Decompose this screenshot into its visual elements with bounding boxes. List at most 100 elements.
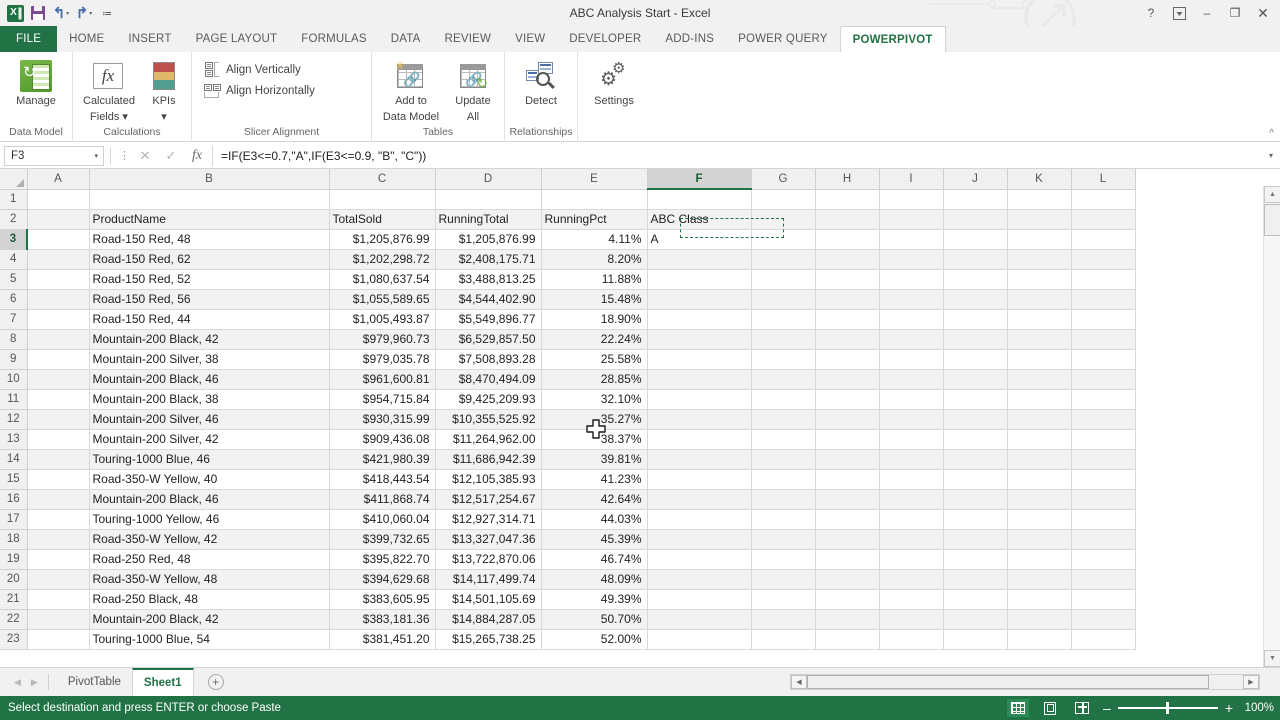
tab-powerpivot[interactable]: POWERPIVOT [839,26,946,52]
cell-E3[interactable]: 4.11% [541,229,648,250]
cell-I17[interactable] [879,509,944,530]
cell-J8[interactable] [943,329,1008,350]
cell-I9[interactable] [879,349,944,370]
cell-G21[interactable] [751,589,816,610]
cell-I11[interactable] [879,389,944,410]
cell-A3[interactable] [27,229,90,250]
cell-H7[interactable] [815,309,880,330]
cell-G22[interactable] [751,609,816,630]
cell-F20[interactable] [647,569,752,590]
tab-review[interactable]: REVIEW [433,26,504,52]
cell-D23[interactable]: $15,265,738.25 [435,629,542,650]
cell-B4[interactable]: Road-150 Red, 62 [89,249,330,270]
cell-E20[interactable]: 48.09% [541,569,648,590]
cell-A8[interactable] [27,329,90,350]
cell-A22[interactable] [27,609,90,630]
cell-A1[interactable] [27,189,90,210]
table-row[interactable]: 13 Mountain-200 Silver, 42 $909,436.08 $11,… [0,429,1136,450]
cell-I5[interactable] [879,269,944,290]
cell-L14[interactable] [1071,449,1136,470]
cell-F5[interactable] [647,269,752,290]
cell-B3[interactable]: Road-150 Red, 48 [89,229,330,250]
cell-D14[interactable]: $11,686,942.39 [435,449,542,470]
cell-F9[interactable] [647,349,752,370]
cell-F15[interactable] [647,469,752,490]
column-header-h[interactable]: H [815,169,880,190]
cell-D11[interactable]: $9,425,209.93 [435,389,542,410]
cell-K14[interactable] [1007,449,1072,470]
cell-G17[interactable] [751,509,816,530]
cell-A4[interactable] [27,249,90,270]
cell-B21[interactable]: Road-250 Black, 48 [89,589,330,610]
cell-J5[interactable] [943,269,1008,290]
table-row[interactable]: 4 Road-150 Red, 62 $1,202,298.72 $2,408,175… [0,249,1136,270]
cell-A10[interactable] [27,369,90,390]
row-header-3[interactable]: 3 [0,229,28,250]
cell-G5[interactable] [751,269,816,290]
cell-H6[interactable] [815,289,880,310]
cell-L16[interactable] [1071,489,1136,510]
table-row[interactable]: 8 Mountain-200 Black, 42 $979,960.73 $6,529… [0,329,1136,350]
cell-L22[interactable] [1071,609,1136,630]
cell-L5[interactable] [1071,269,1136,290]
cell-G18[interactable] [751,529,816,550]
cell-E22[interactable]: 50.70% [541,609,648,630]
cell-F21[interactable] [647,589,752,610]
table-row[interactable]: 23 Touring-1000 Blue, 54 $381,451.20 $15,26… [0,629,1136,650]
cell-G13[interactable] [751,429,816,450]
row-header-20[interactable]: 20 [0,569,28,590]
cell-E5[interactable]: 11.88% [541,269,648,290]
cell-I8[interactable] [879,329,944,350]
cell-H17[interactable] [815,509,880,530]
save-button[interactable] [27,2,49,24]
cell-G7[interactable] [751,309,816,330]
cell-L8[interactable] [1071,329,1136,350]
cell-E9[interactable]: 25.58% [541,349,648,370]
cell-B1[interactable] [89,189,330,210]
column-header-j[interactable]: J [943,169,1008,190]
cell-C10[interactable]: $961,600.81 [329,369,436,390]
help-button[interactable]: ? [1138,2,1164,24]
table-row[interactable]: 19 Road-250 Red, 48 $395,822.70 $13,722,870… [0,549,1136,570]
cell-F4[interactable] [647,249,752,270]
sheet-tab-pivottable[interactable]: PivotTable [57,669,132,695]
cell-L17[interactable] [1071,509,1136,530]
table-row[interactable]: 7 Road-150 Red, 44 $1,005,493.87 $5,549,896… [0,309,1136,330]
cell-E7[interactable]: 18.90% [541,309,648,330]
cell-E17[interactable]: 44.03% [541,509,648,530]
column-header-b[interactable]: B [89,169,330,190]
select-all-corner[interactable] [0,169,28,190]
cell-A23[interactable] [27,629,90,650]
cell-E8[interactable]: 22.24% [541,329,648,350]
cell-C4[interactable]: $1,202,298.72 [329,249,436,270]
cell-L2[interactable] [1071,209,1136,230]
cell-H3[interactable] [815,229,880,250]
cell-K7[interactable] [1007,309,1072,330]
cell-A9[interactable] [27,349,90,370]
new-sheet-button[interactable]: + [207,674,224,690]
cell-G10[interactable] [751,369,816,390]
cell-C15[interactable]: $418,443.54 [329,469,436,490]
row-header-21[interactable]: 21 [0,589,28,610]
cancel-formula-button[interactable]: ✕ [132,146,158,166]
cell-I20[interactable] [879,569,944,590]
cell-L10[interactable] [1071,369,1136,390]
cell-F3[interactable]: A [647,229,752,250]
cell-J2[interactable] [943,209,1008,230]
cell-H5[interactable] [815,269,880,290]
cell-F12[interactable] [647,409,752,430]
cell-E19[interactable]: 46.74% [541,549,648,570]
row-header-13[interactable]: 13 [0,429,28,450]
cell-E18[interactable]: 45.39% [541,529,648,550]
cell-H9[interactable] [815,349,880,370]
cell-A13[interactable] [27,429,90,450]
expand-formula-bar-button[interactable]: ▾ [1262,151,1280,160]
cell-H14[interactable] [815,449,880,470]
table-row[interactable]: 3 Road-150 Red, 48 $1,205,876.99 $1,205,876… [0,229,1136,250]
cell-J21[interactable] [943,589,1008,610]
cell-H10[interactable] [815,369,880,390]
cell-K21[interactable] [1007,589,1072,610]
cell-K15[interactable] [1007,469,1072,490]
cell-B12[interactable]: Mountain-200 Silver, 46 [89,409,330,430]
tab-page-layout[interactable]: PAGE LAYOUT [184,26,290,52]
